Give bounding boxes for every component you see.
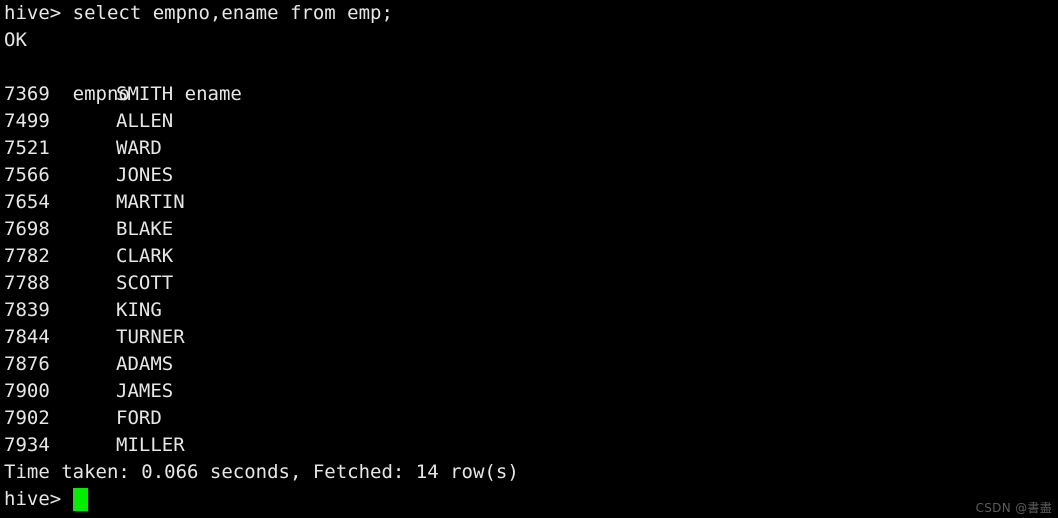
cell-empno: 7521	[4, 137, 50, 159]
terminal-window[interactable]: hive> select empno,ename from emp; OK em…	[0, 0, 1058, 518]
cell-empno: 7876	[4, 353, 50, 375]
command-line: hive> select empno,ename from emp;	[4, 2, 393, 24]
cell-empno: 7369	[4, 83, 50, 105]
cell-empno: 7934	[4, 434, 50, 456]
cell-ename: ADAMS	[116, 353, 174, 375]
prompt-line[interactable]: hive>	[4, 486, 1054, 513]
table-row: 7788 SCOTT	[4, 270, 1054, 297]
prompt-label: hive>	[4, 488, 73, 510]
column-header-ename: ename	[184, 83, 242, 105]
table-row: 7566 JONES	[4, 162, 1054, 189]
terminal-screen: hive> select empno,ename from emp; OK em…	[4, 0, 1054, 513]
cell-empno: 7566	[4, 164, 50, 186]
cell-ename: ALLEN	[116, 110, 174, 132]
table-row: 7902 FORD	[4, 405, 1054, 432]
cell-empno: 7782	[4, 245, 50, 267]
cell-ename: WARD	[116, 137, 162, 159]
cell-empno: 7654	[4, 191, 50, 213]
cell-empno: 7844	[4, 326, 50, 348]
cell-ename: MARTIN	[116, 191, 185, 213]
cell-empno: 7499	[4, 110, 50, 132]
cell-ename: JAMES	[116, 380, 174, 402]
cell-ename: SMITH	[116, 83, 174, 105]
cell-empno: 7902	[4, 407, 50, 429]
cell-ename: CLARK	[116, 245, 174, 267]
cell-ename: SCOTT	[116, 272, 174, 294]
table-row: 7839 KING	[4, 297, 1054, 324]
table-row: 7844 TURNER	[4, 324, 1054, 351]
status-ok-line: OK	[4, 29, 27, 51]
cell-empno: 7788	[4, 272, 50, 294]
cell-ename: MILLER	[116, 434, 185, 456]
csdn-watermark: CSDN @書盡	[975, 501, 1052, 515]
cell-ename: TURNER	[116, 326, 185, 348]
cell-empno: 7698	[4, 218, 50, 240]
table-row: 7782 CLARK	[4, 243, 1054, 270]
result-header-row: empno ename	[4, 54, 1054, 105]
cell-ename: KING	[116, 299, 162, 321]
table-row: 7934 MILLER	[4, 432, 1054, 459]
table-row: 7521 WARD	[4, 135, 1054, 162]
table-row: 7654 MARTIN	[4, 189, 1054, 216]
table-row: 7876 ADAMS	[4, 351, 1054, 378]
cell-ename: FORD	[116, 407, 162, 429]
cell-empno: 7839	[4, 299, 50, 321]
cell-ename: BLAKE	[116, 218, 174, 240]
summary-line: Time taken: 0.066 seconds, Fetched: 14 r…	[4, 461, 519, 483]
cell-ename: JONES	[116, 164, 174, 186]
table-row: 7698 BLAKE	[4, 216, 1054, 243]
table-row: 7900 JAMES	[4, 378, 1054, 405]
table-row: 7369 SMITH	[4, 81, 1054, 108]
result-rows: 7369 SMITH 7499 ALLEN 7521 WARD 7566 JONES 7654 M…	[4, 81, 1054, 459]
text-cursor	[72, 488, 88, 511]
cell-empno: 7900	[4, 380, 50, 402]
table-row: 7499 ALLEN	[4, 108, 1054, 135]
